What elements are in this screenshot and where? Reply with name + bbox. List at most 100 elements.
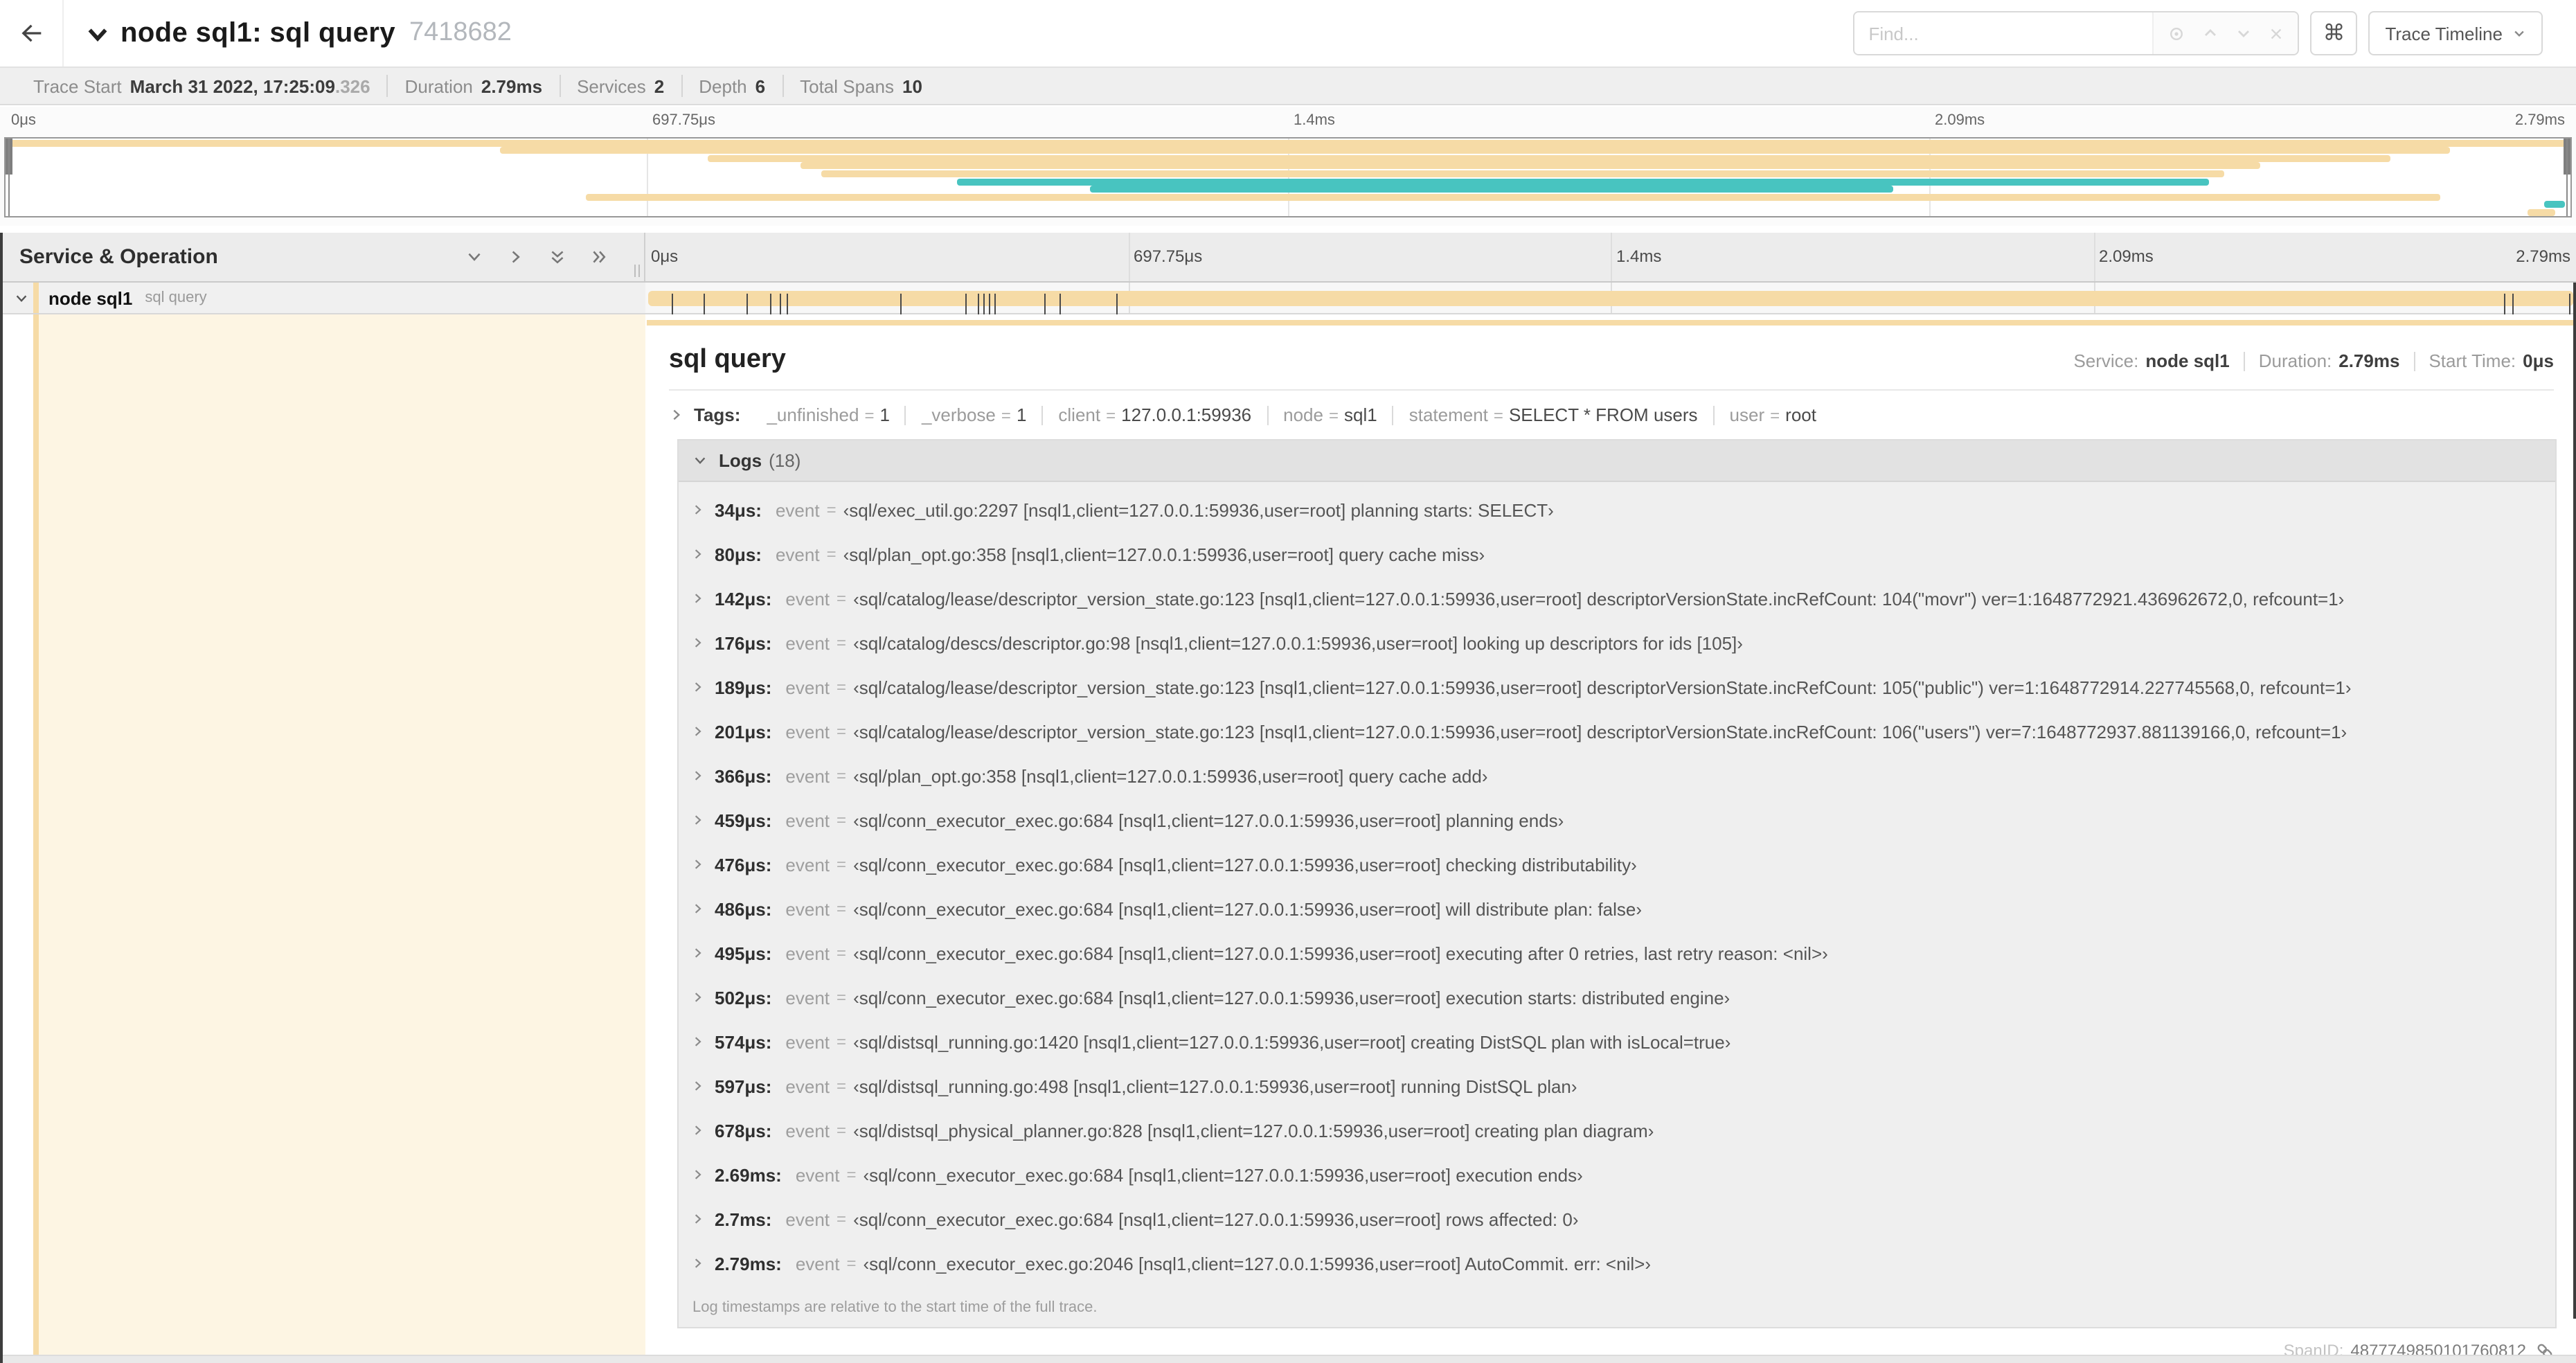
log-entry[interactable]: 476μs: event = ‹sql/conn_executor_exec.g… [679,842,2555,887]
detail-header: sql query Service: node sql1 Duration: 2… [647,326,2576,375]
log-entry[interactable]: 2.79ms: event = ‹sql/conn_executor_exec.… [679,1241,2555,1285]
tags-label: Tags: [694,404,741,425]
log-entry[interactable]: 176μs: event = ‹sql/catalog/descs/descri… [679,621,2555,665]
expanded-span-backdrop [39,314,645,1355]
log-timestamp: 486μs: [715,898,772,919]
ruler-tick-label: 1.4ms [1616,247,1662,266]
equals-sign: = [1106,405,1116,425]
log-timestamp: 476μs: [715,854,772,875]
expand-one-icon[interactable] [507,248,525,266]
chevron-right-icon[interactable] [691,990,705,1004]
chevron-right-icon[interactable] [691,1256,705,1270]
right-scrollbar[interactable] [2573,283,2576,1319]
chevron-right-icon[interactable] [691,1079,705,1093]
chevron-down-icon[interactable] [86,21,109,45]
span-row-timeline-cell[interactable] [645,283,2576,320]
span-duration-bar[interactable] [648,291,2573,320]
minimap-tick-label: 697.75μs [652,112,715,129]
expand-all-icon[interactable] [590,248,608,266]
log-entry[interactable]: 502μs: event = ‹sql/conn_executor_exec.g… [679,975,2555,1019]
chevron-right-icon[interactable] [669,407,684,422]
log-entry[interactable]: 142μs: event = ‹sql/catalog/lease/descri… [679,576,2555,621]
tag-key: node [1283,404,1323,425]
view-selector-label: Trace Timeline [2385,23,2503,44]
chevron-right-icon[interactable] [691,1035,705,1049]
log-entry[interactable]: 2.7ms: event = ‹sql/conn_executor_exec.g… [679,1197,2555,1241]
tag-item: _unfinished = 1 [751,404,905,425]
ruler-tick-label: 0μs [651,247,679,266]
log-entry[interactable]: 678μs: event = ‹sql/distsql_physical_pla… [679,1108,2555,1152]
chevron-down-icon [692,453,708,468]
minimap-tick-label: 0μs [11,112,36,129]
tag-item: client = 127.0.0.1:59936 [1041,404,1267,425]
log-entry[interactable]: 486μs: event = ‹sql/conn_executor_exec.g… [679,887,2555,931]
minimap-canvas[interactable] [4,137,2572,217]
chevron-right-icon[interactable] [691,680,705,694]
log-timestamp: 142μs: [715,588,772,609]
chevron-right-icon[interactable] [691,1212,705,1226]
trace-minimap: 0μs 697.75μs 1.4ms 2.09ms 2.79ms [0,107,2576,226]
log-entry[interactable]: 366μs: event = ‹sql/plan_opt.go:358 [nsq… [679,754,2555,798]
locate-icon[interactable] [2167,24,2185,42]
span-detail-panel: sql query Service: node sql1 Duration: 2… [647,314,2576,1360]
log-timestamp: 366μs: [715,765,772,786]
log-entry[interactable]: 189μs: event = ‹sql/catalog/lease/descri… [679,665,2555,709]
ruler-gridline [1128,233,1129,281]
find-input[interactable] [1854,12,2153,54]
equals-sign: = [837,677,847,697]
collapse-all-icon[interactable] [548,248,566,266]
trace-meta-item: Depth 6 [681,75,782,97]
span-row-name-cell[interactable]: node sql1 sql query [0,283,645,314]
minimap-right-drag-handle[interactable] [2561,139,2570,216]
tag-value: 1 [1016,404,1027,425]
tags-row[interactable]: Tags: _unfinished = 1 _verbose = 1 clien… [647,391,2576,436]
chevron-down-icon[interactable] [2235,25,2252,42]
keyboard-shortcuts-button[interactable]: ⌘ [2310,11,2358,55]
log-entry[interactable]: 574μs: event = ‹sql/distsql_running.go:1… [679,1019,2555,1064]
minimap-span-bar [800,162,2260,170]
logs-list: 34μs: event = ‹sql/exec_util.go:2297 [ns… [679,482,2555,1285]
chevron-down-icon[interactable] [14,290,29,305]
detail-meta-value: 2.79ms [2338,350,2400,371]
trace-meta-item: Trace Start March 31 2022, 17:25:09 .326 [17,75,387,97]
equals-sign: = [837,1121,847,1140]
chevron-right-icon[interactable] [691,1123,705,1137]
column-resizer-grip[interactable] [634,265,640,277]
log-field-key: event [785,588,830,609]
tag-key: client [1058,404,1101,425]
log-field-value: ‹sql/distsql_running.go:498 [nsql1,clien… [853,1076,1577,1096]
log-entry[interactable]: 495μs: event = ‹sql/conn_executor_exec.g… [679,931,2555,975]
chevron-up-icon[interactable] [2202,25,2219,42]
chevron-right-icon[interactable] [691,1168,705,1182]
close-icon[interactable] [2269,26,2284,41]
chevron-right-icon[interactable] [691,769,705,783]
chevron-right-icon[interactable] [691,902,705,916]
view-selector-button[interactable]: Trace Timeline [2368,11,2543,55]
log-field-value: ‹sql/catalog/descs/descriptor.go:98 [nsq… [853,632,1743,653]
chevron-right-icon[interactable] [691,813,705,827]
log-entry[interactable]: 80μs: event = ‹sql/plan_opt.go:358 [nsql… [679,532,2555,576]
collapse-one-icon[interactable] [465,248,483,266]
minimap-left-drag-handle[interactable] [6,139,15,216]
log-entry[interactable]: 34μs: event = ‹sql/exec_util.go:2297 [ns… [679,488,2555,532]
logs-header[interactable]: Logs (18) [679,440,2555,482]
log-entry[interactable]: 201μs: event = ‹sql/catalog/lease/descri… [679,709,2555,754]
log-entry[interactable]: 459μs: event = ‹sql/conn_executor_exec.g… [679,798,2555,842]
trace-meta-item: Services 2 [559,75,681,97]
chevron-right-icon[interactable] [691,724,705,738]
chevron-right-icon[interactable] [691,946,705,960]
left-scrollbar[interactable] [0,233,3,1363]
minimap-tick-label: 1.4ms [1294,112,1335,129]
log-timestamp: 574μs: [715,1031,772,1052]
log-entry[interactable]: 2.69ms: event = ‹sql/conn_executor_exec.… [679,1152,2555,1197]
log-field-key: event [785,1209,830,1229]
chevron-right-icon[interactable] [691,636,705,650]
chevron-right-icon[interactable] [691,857,705,871]
page-header: node sql1: sql query 7418682 Find... ⌘ T… [0,0,2576,66]
chevron-right-icon[interactable] [691,591,705,605]
log-entry[interactable]: 597μs: event = ‹sql/distsql_running.go:4… [679,1064,2555,1108]
chevron-right-icon[interactable] [691,503,705,517]
log-field-key: event [785,721,830,742]
chevron-right-icon[interactable] [691,547,705,561]
back-button[interactable] [0,0,64,66]
